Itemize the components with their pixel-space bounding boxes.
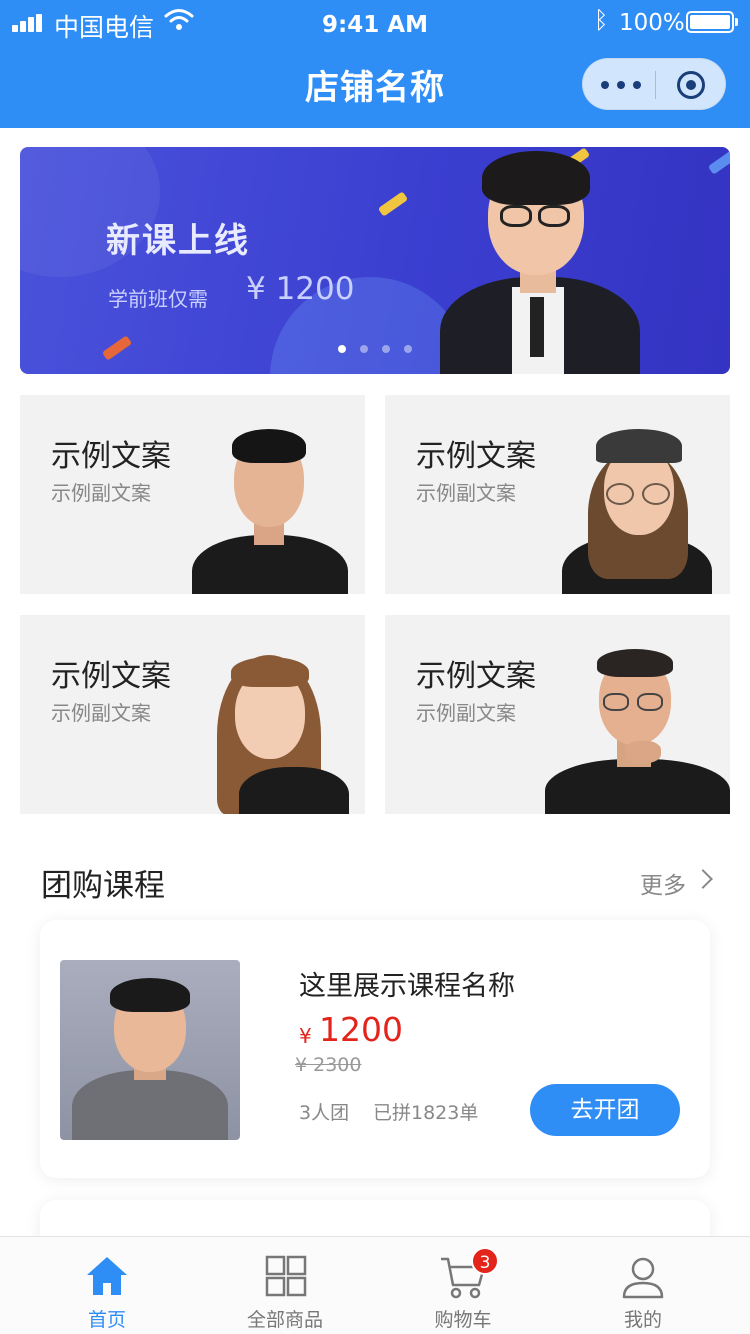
- course-card[interactable]: 这里展示课程名称 ¥ 1200 ¥ 2300 3人团 已拼1823单 去开团: [40, 920, 710, 1178]
- category-card[interactable]: 示例文案 示例副文案: [385, 615, 730, 814]
- category-card[interactable]: 示例文案 示例副文案: [385, 395, 730, 594]
- status-bar: 中国电信 9:41 AM ᛒ 100%: [0, 0, 750, 50]
- carousel-indicator: [338, 345, 428, 353]
- teacher-photo: [545, 649, 730, 814]
- cart-badge: 3: [471, 1247, 499, 1275]
- chevron-right-icon[interactable]: [693, 869, 713, 889]
- banner-price: ¥ 1200: [246, 271, 355, 307]
- category-card[interactable]: 示例文案 示例副文案: [20, 395, 365, 594]
- section-title: 团购课程: [41, 868, 165, 904]
- tab-label: 首页: [87, 1309, 126, 1331]
- course-thumbnail: [60, 960, 240, 1140]
- battery-icon: [686, 11, 738, 33]
- banner-subtitle: 学前班仅需: [108, 287, 208, 311]
- tab-all-products[interactable]: 全部商品: [191, 1237, 379, 1334]
- teacher-photo: [205, 649, 355, 814]
- course-name: 这里展示课程名称: [299, 971, 515, 1002]
- card-subtitle: 示例副文案: [51, 701, 151, 725]
- banner-title: 新课上线: [106, 221, 250, 261]
- target-circle-icon[interactable]: [677, 71, 705, 99]
- card-title: 示例文案: [51, 659, 171, 694]
- home-icon: [87, 1257, 127, 1295]
- group-size: 3人团: [299, 1102, 350, 1124]
- group-price: 1200: [319, 1010, 403, 1049]
- banner-confetti: [101, 335, 133, 361]
- miniprogram-capsule: [582, 58, 726, 110]
- more-link[interactable]: 更多: [640, 866, 686, 900]
- price-currency: ¥: [299, 1024, 312, 1048]
- category-card[interactable]: 示例文案 示例副文案: [20, 615, 365, 814]
- banner-confetti: [707, 149, 730, 175]
- tab-label: 我的: [623, 1309, 662, 1331]
- card-title: 示例文案: [416, 439, 536, 474]
- tab-label: 全部商品: [246, 1309, 323, 1331]
- user-icon: [622, 1257, 664, 1299]
- card-title: 示例文案: [51, 439, 171, 474]
- tab-label: 购物车: [434, 1309, 492, 1331]
- card-title: 示例文案: [416, 659, 536, 694]
- banner-confetti: [377, 191, 409, 217]
- card-subtitle: 示例副文案: [416, 481, 516, 505]
- teacher-photo: [190, 425, 360, 594]
- tab-home[interactable]: 首页: [13, 1237, 201, 1334]
- tab-bar: 首页 全部商品 3 购物车 我的: [0, 1236, 750, 1334]
- card-subtitle: 示例副文案: [51, 481, 151, 505]
- tab-profile[interactable]: 我的: [549, 1237, 737, 1334]
- card-subtitle: 示例副文案: [416, 701, 516, 725]
- bluetooth-icon: ᛒ: [594, 6, 609, 34]
- grid-icon: [265, 1255, 307, 1297]
- capsule-divider: [655, 71, 656, 99]
- start-group-button[interactable]: 去开团: [530, 1084, 680, 1136]
- top-bar: 中国电信 9:41 AM ᛒ 100% 店铺名称: [0, 0, 750, 128]
- promo-banner[interactable]: 新课上线 学前班仅需 ¥ 1200: [20, 147, 730, 374]
- tab-cart[interactable]: 3 购物车: [369, 1237, 557, 1334]
- ellipsis-icon[interactable]: [601, 71, 651, 97]
- teacher-photo: [560, 425, 730, 594]
- banner-teacher-photo: [420, 147, 660, 374]
- original-price: ¥ 2300: [295, 1054, 362, 1076]
- joined-count: 已拼1823单: [373, 1102, 479, 1124]
- battery-percent: 100%: [619, 10, 685, 36]
